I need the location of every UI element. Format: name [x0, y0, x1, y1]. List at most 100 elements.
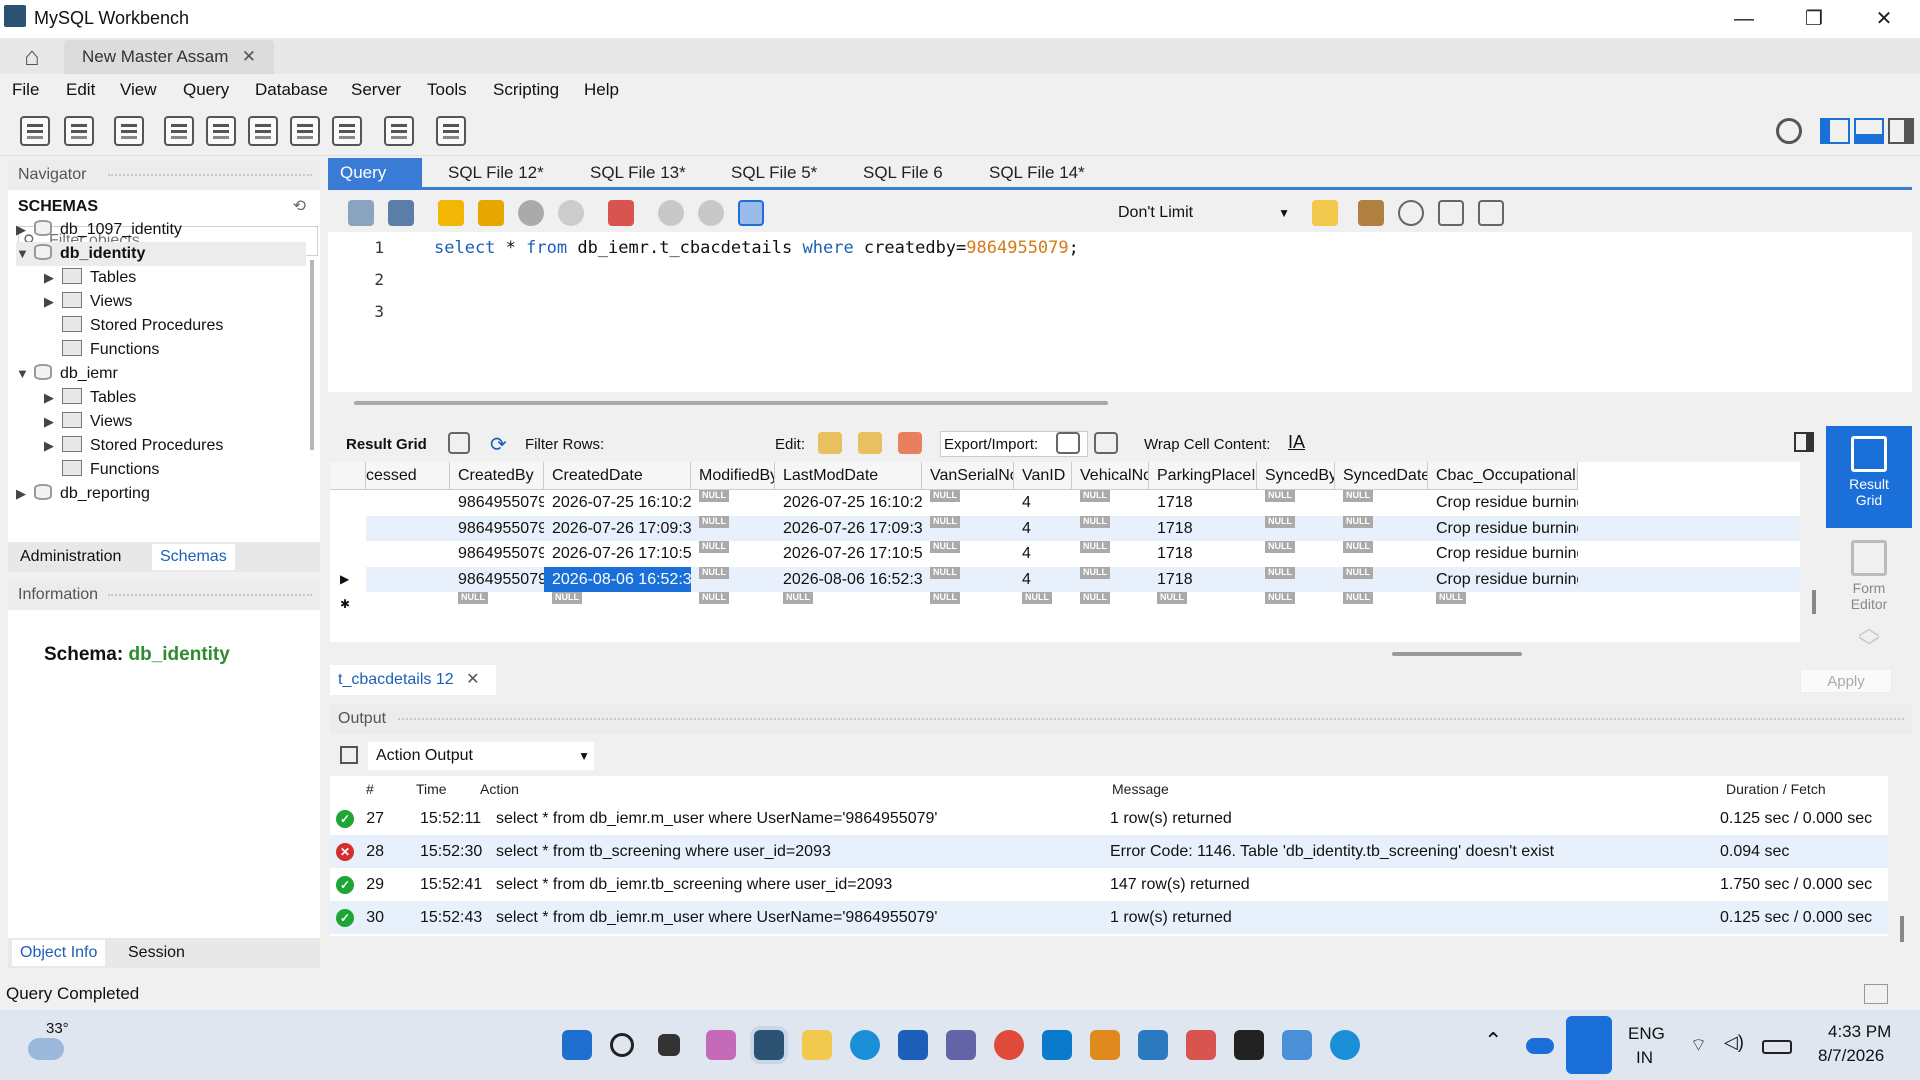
create-procedure-icon[interactable] — [290, 116, 320, 146]
grid-horizontal-scrollbar[interactable] — [1392, 652, 1522, 656]
table-cell[interactable]: Crop residue burning — [1428, 567, 1578, 592]
tab-object-info[interactable]: Object Info — [12, 940, 106, 966]
chrome-icon[interactable] — [994, 1030, 1024, 1060]
table-cell[interactable]: NULL — [450, 592, 544, 617]
table-cell[interactable]: NULL — [1072, 515, 1149, 541]
weather-icon[interactable] — [28, 1038, 64, 1060]
chevron-up-icon[interactable]: ⌃ — [1484, 1028, 1502, 1054]
vscode-icon[interactable] — [1042, 1030, 1072, 1060]
form-editor-side-button[interactable]: Form Editor ︿ ﹀ — [1826, 530, 1912, 660]
wrap-cell-icon[interactable]: IA — [1288, 432, 1305, 453]
tree-item[interactable]: Functions — [44, 338, 306, 362]
menu-edit[interactable]: Edit — [66, 80, 95, 100]
row-marker[interactable] — [330, 490, 360, 515]
menu-server[interactable]: Server — [351, 80, 401, 100]
output-row[interactable]: ✓ 27 15:52:11 select * from db_iemr.m_user … — [330, 802, 1888, 835]
onedrive-icon[interactable] — [1526, 1038, 1554, 1054]
create-schema-icon[interactable] — [164, 116, 194, 146]
bookmark-icon[interactable] — [1312, 200, 1338, 226]
invisible-chars-icon[interactable] — [1438, 200, 1464, 226]
expanded-arrow-icon[interactable]: ▼ — [16, 362, 34, 386]
task-view-icon[interactable] — [658, 1034, 680, 1056]
notes-icon[interactable] — [1138, 1030, 1168, 1060]
table-cell[interactable]: 4 — [1014, 490, 1072, 515]
table-cell[interactable]: 2026-07-26 17:10:52 — [544, 541, 691, 566]
collapsed-arrow-icon[interactable]: ▶ — [44, 266, 62, 290]
execute-icon[interactable] — [438, 200, 464, 226]
table-cell[interactable]: NULL — [1257, 541, 1335, 566]
table-cell[interactable]: 1718 — [1149, 541, 1257, 566]
column-header[interactable]: LastModDate — [775, 462, 922, 490]
tab-sql-file-5[interactable]: SQL File 5* — [719, 158, 829, 187]
tool-icon[interactable] — [1186, 1030, 1216, 1060]
tree-item[interactable]: Stored Procedures — [44, 314, 306, 338]
collapsed-arrow-icon[interactable]: ▶ — [16, 482, 34, 506]
table-cell[interactable] — [358, 592, 450, 617]
create-view-icon[interactable] — [248, 116, 278, 146]
row-marker[interactable]: ✱ — [330, 592, 360, 617]
tree-item[interactable]: ▶ Tables — [44, 266, 306, 290]
search-icon[interactable] — [610, 1033, 634, 1057]
copilot-icon[interactable] — [706, 1030, 736, 1060]
refresh-schemas-icon[interactable]: ⟲ — [293, 196, 306, 216]
table-cell[interactable]: 1718 — [1149, 516, 1257, 541]
navigator-scrollbar[interactable] — [310, 260, 314, 450]
tree-item[interactable]: ▼ db_iemr — [16, 362, 306, 386]
tab-sql-file-13[interactable]: SQL File 13* — [578, 158, 698, 187]
table-cell[interactable]: 9864955079 — [450, 516, 544, 541]
table-cell[interactable]: NULL — [1257, 515, 1335, 541]
collapsed-arrow-icon[interactable]: ▶ — [16, 218, 34, 242]
table-cell[interactable]: NULL — [691, 515, 775, 541]
table-cell[interactable]: NULL — [1257, 566, 1335, 592]
tab-schemas[interactable]: Schemas — [152, 544, 235, 570]
tree-item[interactable]: ▶ Views — [44, 290, 306, 314]
close-result-tab-icon[interactable]: ✕ — [466, 671, 479, 688]
grid-view-icon[interactable] — [448, 432, 470, 454]
start-icon[interactable] — [562, 1030, 592, 1060]
column-header[interactable]: SyncedBy — [1257, 462, 1335, 490]
column-header[interactable]: CreatedBy — [450, 462, 544, 490]
tree-item[interactable]: ▶ Tables — [44, 386, 306, 410]
table-cell[interactable] — [358, 541, 450, 566]
create-function-icon[interactable] — [332, 116, 362, 146]
collapsed-arrow-icon[interactable]: ▶ — [44, 386, 62, 410]
toggle-panel-icon[interactable] — [1794, 432, 1814, 452]
search-table-data-icon[interactable] — [384, 116, 414, 146]
table-cell[interactable]: NULL — [775, 592, 922, 617]
table-cell[interactable]: NULL — [922, 515, 1014, 541]
table-cell[interactable]: 1718 — [1149, 490, 1257, 515]
row-marker[interactable] — [330, 516, 360, 541]
table-cell[interactable]: NULL — [1335, 515, 1428, 541]
table-cell[interactable]: Crop residue burning — [1428, 490, 1578, 515]
menu-tools[interactable]: Tools — [427, 80, 467, 100]
column-header[interactable]: Cbac_OccupationalExp — [1428, 462, 1578, 490]
inspector-icon[interactable] — [114, 116, 144, 146]
table-cell[interactable]: NULL — [1335, 490, 1428, 515]
result-grid-side-button[interactable]: Result Grid — [1826, 426, 1912, 528]
table-cell[interactable]: NULL — [1072, 566, 1149, 592]
edit-row-icon[interactable] — [818, 432, 842, 454]
result-grid[interactable]: cessed CreatedBy CreatedDate ModifiedBy Last… — [330, 462, 1800, 642]
import-icon[interactable] — [1094, 432, 1118, 454]
table-cell[interactable]: NULL — [1335, 541, 1428, 566]
terminal-icon[interactable] — [1234, 1030, 1264, 1060]
table-cell[interactable]: NULL — [922, 592, 1014, 617]
table-cell[interactable]: NULL — [922, 566, 1014, 592]
tab-sql-file-12[interactable]: SQL File 12* — [436, 158, 556, 187]
row-marker[interactable] — [330, 541, 360, 566]
table-cell[interactable]: NULL — [691, 566, 775, 592]
copy-icon[interactable] — [340, 746, 358, 764]
toggle-output-icon[interactable] — [1854, 118, 1884, 144]
table-cell[interactable]: NULL — [1428, 592, 1578, 617]
table-cell[interactable]: 9864955079 — [450, 490, 544, 515]
scroll-arrows-icon[interactable]: ︿ ﹀ — [1826, 617, 1912, 659]
save-icon[interactable] — [388, 200, 414, 226]
autocommit-icon[interactable] — [738, 200, 764, 226]
output-row[interactable]: ✓ 29 15:52:41 select * from db_iemr.tb_scre… — [330, 868, 1888, 901]
microphone-icon[interactable] — [1566, 1016, 1612, 1074]
status-panel-icon[interactable] — [1864, 984, 1888, 1004]
tab-query-1[interactable]: Query 1✕ — [328, 158, 422, 211]
word-wrap-icon[interactable] — [1478, 200, 1504, 226]
table-cell[interactable]: Crop residue burning — [1428, 541, 1578, 566]
apply-button[interactable]: Apply — [1800, 669, 1892, 693]
